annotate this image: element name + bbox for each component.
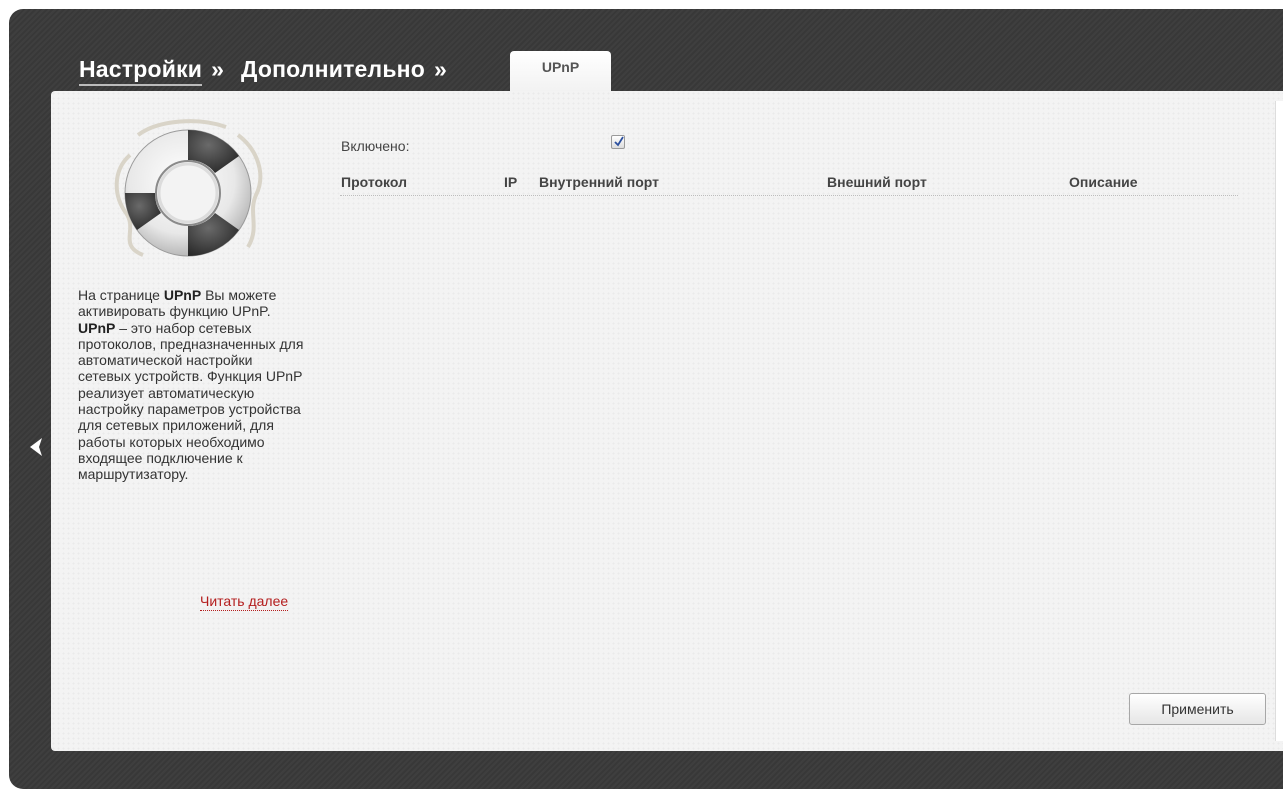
- breadcrumb-advanced[interactable]: Дополнительно: [241, 56, 425, 83]
- column-description: Описание: [1069, 174, 1138, 190]
- enabled-checkbox[interactable]: [611, 135, 625, 149]
- column-protocol: Протокол: [341, 174, 407, 190]
- breadcrumb: Настройки » Дополнительно »: [79, 56, 464, 86]
- help-term-upnp: UPnP: [163, 287, 202, 303]
- checkmark-icon: [614, 136, 624, 147]
- enabled-label: Включено:: [341, 138, 410, 154]
- back-arrow-icon[interactable]: [28, 436, 44, 458]
- apply-button[interactable]: Применить: [1129, 693, 1266, 725]
- upnp-table-header: Протокол IP Внутренний порт Внешний порт…: [340, 174, 1238, 196]
- breadcrumb-settings-link[interactable]: Настройки: [79, 56, 203, 86]
- breadcrumb-separator: »: [434, 56, 447, 82]
- lifebuoy-icon: [114, 119, 263, 257]
- column-external-port: Внешний порт: [827, 174, 927, 190]
- help-text-p2: – это набор сетевых протоколов, предназн…: [78, 319, 304, 483]
- read-more-link[interactable]: Читать далее: [200, 593, 289, 611]
- help-text-prefix: На странице: [78, 287, 164, 303]
- column-internal-port: Внутренний порт: [539, 174, 659, 190]
- column-ip: IP: [504, 174, 518, 190]
- breadcrumb-separator: »: [211, 56, 224, 82]
- help-term-upnp-2: UPnP: [78, 319, 116, 336]
- help-description: На странице UPnP Вы можете активировать …: [78, 287, 308, 483]
- tab-upnp[interactable]: UPnP: [510, 51, 611, 92]
- panel-scroll-edge: [1275, 101, 1283, 741]
